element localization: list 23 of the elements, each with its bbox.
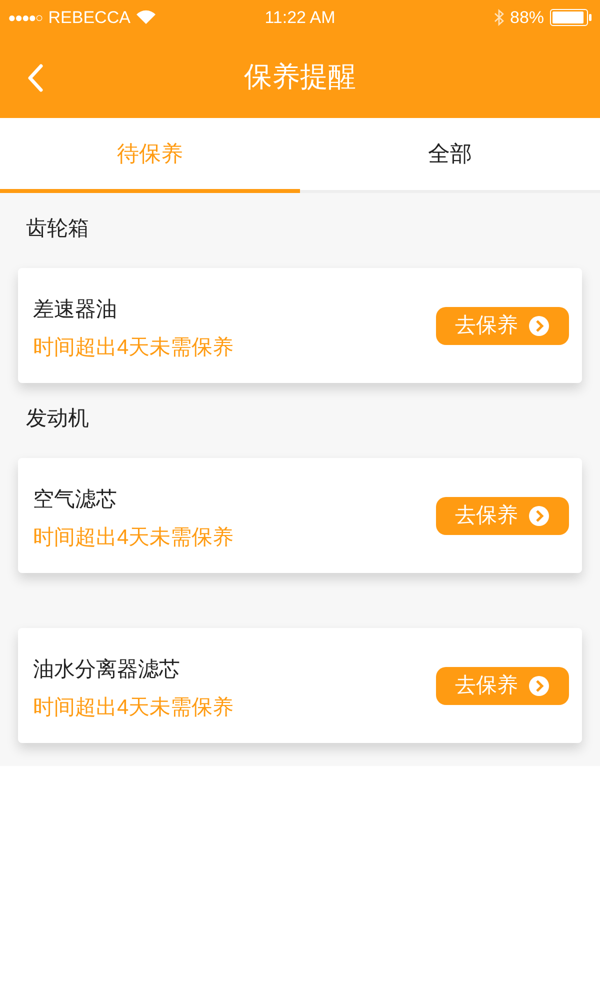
section-heading: 发动机 xyxy=(26,407,89,430)
page-title: 保养提醒 xyxy=(244,60,356,94)
tab[interactable]: 全部 xyxy=(300,118,600,193)
maintain-button[interactable]: 去保养 xyxy=(436,666,569,704)
maintain-button[interactable]: 去保养 xyxy=(436,496,569,534)
part-name: 差速器油 xyxy=(33,296,118,322)
signal-strength: ●●●●○ xyxy=(8,8,42,27)
part-name: 油水分离器滤芯 xyxy=(33,656,181,682)
wifi-icon xyxy=(136,10,156,25)
overdue-status: 时间超出4天未需保养 xyxy=(33,524,235,550)
overdue-status: 时间超出4天未需保养 xyxy=(33,334,235,360)
maintain-button[interactable]: 去保养 xyxy=(436,306,569,344)
part-name: 空气滤芯 xyxy=(33,486,118,512)
chevron-circle-icon xyxy=(528,674,550,696)
status-time: 11:22 AM xyxy=(264,6,336,29)
overdue-status: 时间超出4天未需保养 xyxy=(33,694,235,720)
battery-percentage: 88% xyxy=(510,6,544,29)
section-heading: 齿轮箱 xyxy=(26,217,89,240)
chevron-circle-icon xyxy=(528,314,550,336)
bluetooth-icon xyxy=(494,9,504,26)
carrier-name: REBECCA xyxy=(48,6,130,29)
battery-icon xyxy=(550,9,592,26)
chevron-circle-icon xyxy=(528,504,550,526)
